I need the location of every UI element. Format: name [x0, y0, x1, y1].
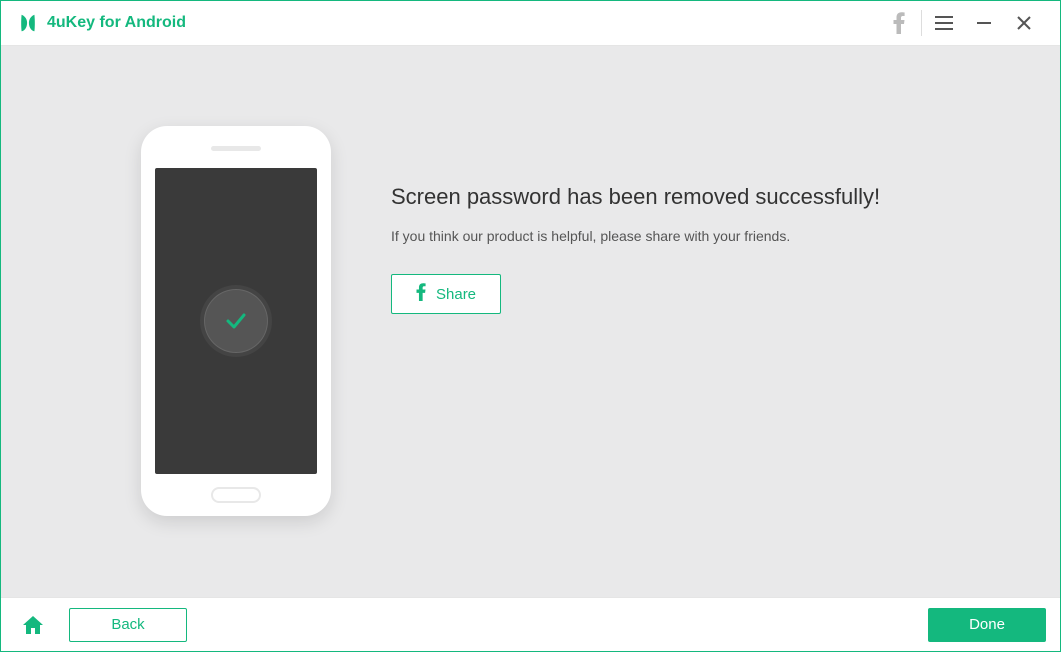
home-button[interactable] — [15, 607, 51, 643]
phone-home-button — [211, 487, 261, 503]
done-button[interactable]: Done — [928, 608, 1046, 642]
app-logo-icon — [17, 12, 39, 34]
home-icon — [21, 613, 45, 637]
minimize-icon[interactable] — [964, 1, 1004, 45]
app-logo-wrap: 4uKey for Android — [17, 12, 186, 34]
footer-bar: Back Done — [1, 597, 1060, 651]
main-content: Screen password has been removed success… — [1, 46, 1060, 597]
facebook-share-icon — [416, 283, 426, 305]
back-button[interactable]: Back — [69, 608, 187, 642]
window-controls — [879, 1, 1044, 45]
share-button-label: Share — [436, 286, 476, 303]
menu-icon[interactable] — [924, 1, 964, 45]
success-subtext: If you think our product is helpful, ple… — [391, 228, 880, 244]
success-heading: Screen password has been removed success… — [391, 184, 880, 210]
phone-screen — [155, 168, 317, 474]
divider — [921, 10, 922, 36]
title-bar: 4uKey for Android — [1, 1, 1060, 46]
phone-speaker — [211, 146, 261, 151]
success-check-circle — [204, 289, 268, 353]
phone-illustration — [141, 126, 331, 516]
checkmark-icon — [221, 306, 251, 336]
share-button[interactable]: Share — [391, 274, 501, 314]
app-title: 4uKey for Android — [47, 14, 186, 32]
facebook-icon[interactable] — [879, 1, 919, 45]
close-icon[interactable] — [1004, 1, 1044, 45]
message-panel: Screen password has been removed success… — [391, 126, 880, 314]
